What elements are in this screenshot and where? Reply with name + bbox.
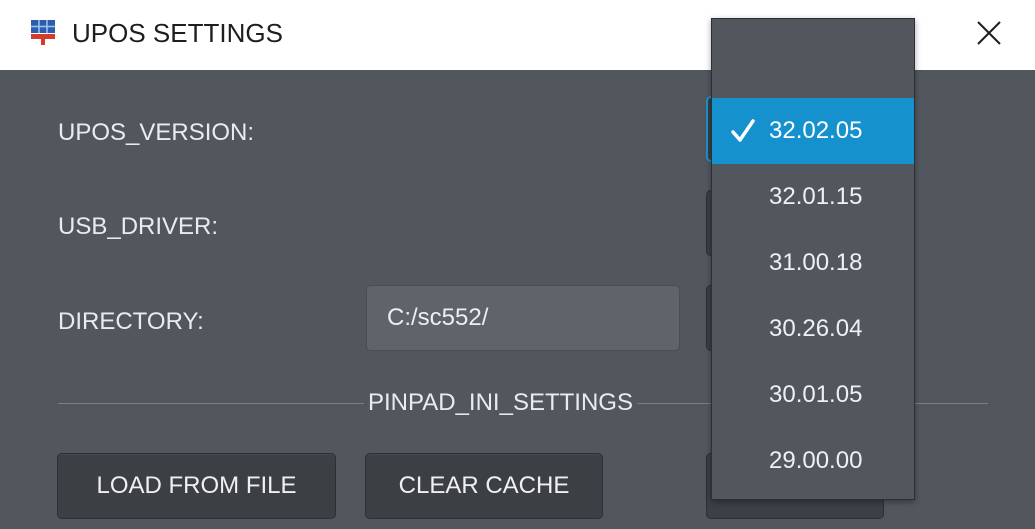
version-option-1[interactable]: 32.01.15 bbox=[712, 164, 914, 230]
load-from-file-button[interactable]: LOAD FROM FILE bbox=[57, 453, 336, 519]
directory-label: DIRECTORY: bbox=[58, 308, 204, 335]
version-option-2[interactable]: 31.00.18 bbox=[712, 230, 914, 296]
window-title: UPOS SETTINGS bbox=[72, 18, 283, 48]
version-dropdown-list: 32.02.05 32.01.15 31.00.18 30.26.04 30.0… bbox=[711, 18, 915, 500]
app-icon bbox=[31, 20, 55, 45]
version-option-0[interactable]: 32.02.05 bbox=[712, 98, 914, 164]
close-button[interactable] bbox=[964, 8, 1014, 58]
pinpad-ini-settings-label: PINPAD_INI_SETTINGS bbox=[364, 388, 637, 418]
directory-input[interactable]: C:/sc552/ bbox=[366, 285, 680, 351]
close-icon bbox=[977, 21, 1001, 45]
version-option-3[interactable]: 30.26.04 bbox=[712, 296, 914, 362]
clear-cache-button[interactable]: CLEAR CACHE bbox=[365, 453, 603, 519]
version-option-4[interactable]: 30.01.05 bbox=[712, 362, 914, 428]
upos-version-label: UPOS_VERSION: bbox=[58, 119, 255, 146]
directory-value: C:/sc552/ bbox=[387, 304, 489, 331]
version-option-5[interactable]: 29.00.00 bbox=[712, 428, 914, 494]
checkmark-icon bbox=[731, 119, 755, 142]
usb-driver-label: USB_DRIVER: bbox=[58, 213, 219, 240]
